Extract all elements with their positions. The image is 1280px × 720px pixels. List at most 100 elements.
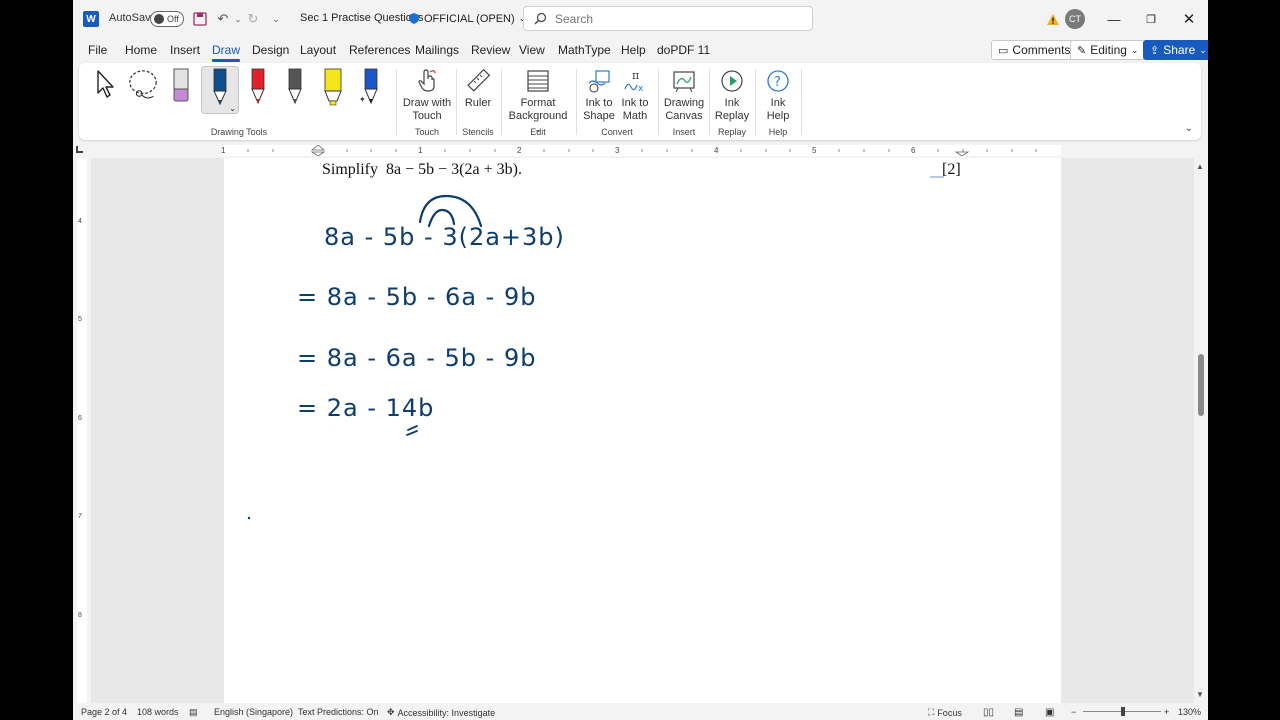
- editing-mode-button[interactable]: ✎ Editing ⌄: [1070, 40, 1146, 60]
- vruler-number: 8: [78, 612, 82, 619]
- search-box[interactable]: [523, 6, 813, 31]
- tab-design[interactable]: Design: [252, 43, 289, 57]
- minimize-icon[interactable]: —: [1099, 9, 1129, 29]
- tab-mailings[interactable]: Mailings: [415, 43, 459, 57]
- save-icon[interactable]: [191, 10, 209, 28]
- tab-selector-icon[interactable]: [76, 146, 83, 153]
- vruler-number: 7: [78, 513, 82, 520]
- autosave-toggle[interactable]: Off: [150, 11, 184, 27]
- pencil-icon: [288, 68, 302, 105]
- tab-mathtype[interactable]: MathType: [558, 43, 611, 57]
- sensitivity-label[interactable]: OFFICIAL (OPEN) ⌄: [408, 12, 526, 25]
- lasso-select-tool[interactable]: [127, 67, 159, 113]
- close-icon[interactable]: ✕: [1174, 9, 1204, 29]
- tab-file[interactable]: File: [88, 43, 107, 57]
- zoom-level[interactable]: 130%: [1178, 707, 1201, 717]
- pointer-arrow-icon: [97, 70, 114, 98]
- document-page[interactable]: Simplify 8a − 5b − 3(2a + 3b). [2] 8a - …: [224, 158, 1061, 703]
- tab-dopdf[interactable]: doPDF 11: [657, 43, 710, 57]
- format-background-text: Background: [508, 110, 568, 122]
- chevron-down-icon: ⌄: [229, 104, 236, 113]
- word-count[interactable]: 108 words: [137, 707, 179, 717]
- tab-home[interactable]: Home: [125, 43, 157, 57]
- eraser-tool[interactable]: [165, 67, 197, 113]
- working-lines: 8a - 5b - 3(2a+3b) = 8a - 5b - 6a - 9b =…: [297, 223, 564, 422]
- customize-qat-icon[interactable]: ⌄: [267, 10, 285, 28]
- horizontal-ruler[interactable]: 1 1 2 3 4 5 6: [73, 142, 1208, 158]
- tab-insert[interactable]: Insert: [170, 43, 200, 57]
- warning-icon[interactable]: [1045, 11, 1061, 27]
- share-button[interactable]: ⇪ Share ⌄: [1143, 40, 1208, 60]
- format-background-button[interactable]: Format Background ⌄: [505, 67, 571, 136]
- red-pen-tool[interactable]: [242, 67, 274, 113]
- drawing-canvas-button[interactable]: Drawing Canvas: [662, 67, 706, 123]
- redo-icon[interactable]: ↻: [244, 10, 262, 28]
- tab-review[interactable]: Review: [471, 43, 510, 57]
- ruler-strip: 1 1 2 3 4 5 6: [221, 145, 1061, 156]
- collapse-ribbon-icon[interactable]: ⌄: [1185, 123, 1193, 134]
- share-label: Share: [1163, 43, 1196, 57]
- avatar[interactable]: CT: [1065, 9, 1085, 29]
- tab-view[interactable]: View: [519, 43, 545, 57]
- svg-text:?: ?: [774, 75, 781, 90]
- read-mode-icon[interactable]: ▯▯: [983, 707, 994, 718]
- language-indicator[interactable]: English (Singapore): [214, 707, 293, 717]
- web-layout-icon[interactable]: ▣: [1045, 707, 1054, 718]
- vertical-ruler[interactable]: 4 5 6 7 8: [73, 158, 91, 703]
- tab-help[interactable]: Help: [621, 43, 646, 57]
- galaxy-pen-tool[interactable]: ✦: [354, 67, 386, 113]
- document-canvas[interactable]: Simplify 8a − 5b − 3(2a + 3b). [2] 8a - …: [91, 158, 1194, 703]
- restore-icon[interactable]: ❐: [1136, 9, 1166, 29]
- zoom-slider-thumb[interactable]: [1121, 707, 1125, 716]
- document-title[interactable]: Sec 1 Practise Questions: [300, 12, 424, 24]
- scrollbar-thumb[interactable]: [1198, 354, 1204, 416]
- vertical-scrollbar[interactable]: ▲ ▼: [1194, 158, 1208, 703]
- group-separator: [576, 69, 577, 135]
- accessibility-icon: ✥: [387, 707, 395, 717]
- ink-help-button[interactable]: ? Ink Help: [759, 67, 797, 123]
- group-label-edit: Edit: [530, 127, 546, 137]
- scroll-up-icon[interactable]: ▲: [1196, 162, 1204, 171]
- scroll-down-icon[interactable]: ▼: [1196, 690, 1204, 699]
- ink-to-shape-label-2: Shape: [583, 110, 615, 122]
- draw-with-touch-button[interactable]: Draw with Touch: [401, 67, 453, 123]
- handwritten-working[interactable]: 8a - 5b - 3(2a+3b) = 8a - 5b - 6a - 9b =…: [224, 158, 1061, 703]
- zoom-slider[interactable]: [1083, 707, 1161, 716]
- draw-ribbon: ⌄ ✦ Drawing Tools Draw with Touch Touch: [79, 63, 1201, 140]
- answer-underline-1: [407, 425, 418, 431]
- ink-help-label-1: Ink: [770, 97, 786, 109]
- group-label-stencils: Stencils: [462, 127, 494, 137]
- format-background-label-1: Format: [520, 97, 556, 109]
- pencil-tool[interactable]: [279, 67, 311, 113]
- tab-layout[interactable]: Layout: [300, 43, 336, 57]
- ink-to-shape-label-1: Ink to: [585, 97, 613, 109]
- zoom-in-icon[interactable]: +: [1164, 707, 1169, 717]
- ruler-number: 6: [911, 146, 916, 155]
- comments-button[interactable]: ▭ Comments: [991, 40, 1078, 60]
- group-separator: [396, 69, 397, 135]
- tab-references[interactable]: References: [349, 43, 410, 57]
- zoom-out-icon[interactable]: −: [1071, 707, 1076, 717]
- focus-mode-button[interactable]: ⛶ Focus: [928, 707, 962, 718]
- proofing-icon[interactable]: ▤: [189, 707, 198, 718]
- ink-to-shape-button[interactable]: Ink to Shape: [581, 67, 617, 123]
- accessibility-status[interactable]: ✥ Accessibility: Investigate: [387, 707, 495, 718]
- highlighter-tool[interactable]: [317, 67, 349, 113]
- ink-to-math-button[interactable]: πx Ink to Math: [617, 67, 653, 123]
- ink-to-math-label-2: Math: [622, 110, 648, 122]
- chevron-down-icon: ⌄: [1130, 44, 1139, 55]
- ruler-number: 4: [714, 146, 719, 155]
- ink-replay-button[interactable]: Ink Replay: [713, 67, 751, 123]
- ink-replay-label-2: Replay: [714, 110, 750, 122]
- ruler-label: Ruler: [464, 97, 492, 109]
- blue-pen-tool[interactable]: ⌄: [201, 66, 239, 114]
- vertical-ruler-strip: [77, 158, 87, 703]
- search-input[interactable]: [555, 11, 795, 26]
- page-count[interactable]: Page 2 of 4: [81, 707, 127, 717]
- select-objects-tool[interactable]: [89, 67, 121, 113]
- draw-with-touch-label-2: Touch: [412, 110, 442, 122]
- text-predictions-status[interactable]: Text Predictions: On: [298, 707, 379, 717]
- tab-draw[interactable]: Draw: [212, 43, 241, 62]
- print-layout-icon[interactable]: ▤: [1014, 707, 1023, 718]
- ruler-button[interactable]: Ruler: [459, 67, 497, 110]
